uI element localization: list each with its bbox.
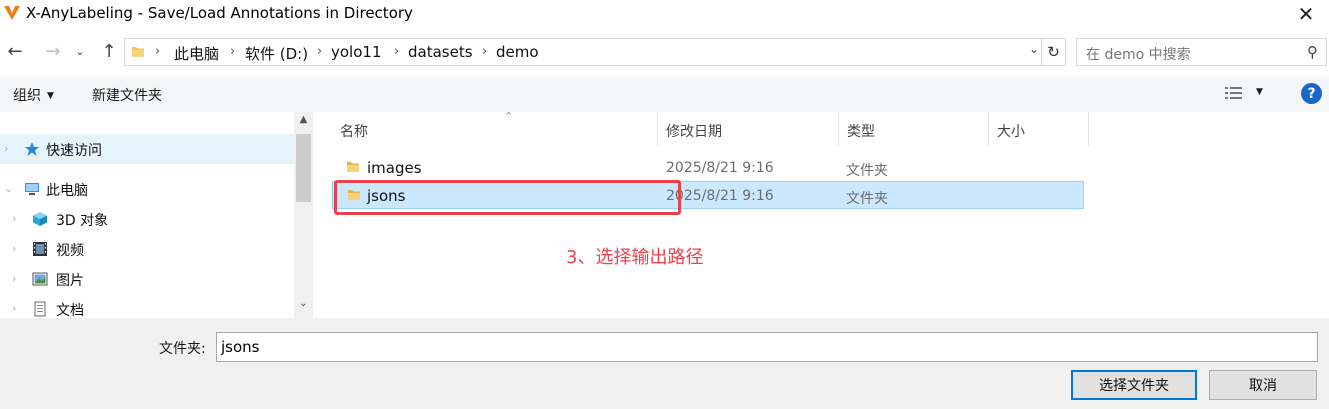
chevron-right-icon[interactable]: › xyxy=(12,212,16,225)
file-name: images xyxy=(367,159,422,177)
arrow-right-icon: → xyxy=(45,40,61,62)
search-input[interactable]: 在 demo 中搜索 ⚲ xyxy=(1076,38,1327,66)
nav-item-pictures[interactable]: › 图片 xyxy=(0,264,294,294)
navigation-bar: ← → ⌄ ↑ › 此电脑 › 软件 (D:) › yolo11 › datas… xyxy=(0,34,1329,70)
nav-item-this-pc[interactable]: ⌄ 此电脑 xyxy=(0,174,294,204)
film-icon xyxy=(33,242,47,256)
breadcrumb-demo[interactable]: demo xyxy=(496,43,539,61)
column-header-label: 类型 xyxy=(847,124,875,140)
breadcrumb-separator-icon: › xyxy=(230,44,236,59)
close-button[interactable]: ✕ xyxy=(1283,0,1329,28)
column-header-label: 名称 xyxy=(340,124,368,140)
breadcrumb-drive-d[interactable]: 软件 (D:) xyxy=(245,43,308,64)
nav-item-label: 此电脑 xyxy=(46,183,88,199)
highlight-box xyxy=(334,180,681,215)
organize-button[interactable]: 组织 ▼ xyxy=(13,85,54,105)
file-modified: 2025/8/21 9:16 xyxy=(666,160,774,176)
breadcrumb-separator-icon: › xyxy=(155,44,161,59)
view-options-icon[interactable] xyxy=(1224,85,1244,101)
address-bar[interactable]: › 此电脑 › 软件 (D:) › yolo11 › datasets › de… xyxy=(124,38,1066,66)
select-folder-button[interactable]: 选择文件夹 xyxy=(1071,370,1197,400)
arrow-up-icon: ↑ xyxy=(101,40,117,62)
refresh-icon: ↻ xyxy=(1047,43,1060,61)
computer-icon xyxy=(25,183,39,195)
file-list: 名称 ⌃ 修改日期 类型 大小 images 2025/8/21 9:16 文件… xyxy=(318,110,1329,318)
column-header-size[interactable]: 大小 xyxy=(989,112,1089,146)
nav-item-videos[interactable]: › 视频 xyxy=(0,234,294,264)
nav-pane-scrollbar[interactable]: ▲ ⌄ xyxy=(294,112,313,318)
nav-item-label: 图片 xyxy=(56,273,84,289)
nav-item-label: 快速访问 xyxy=(46,143,102,159)
search-placeholder: 在 demo 中搜索 xyxy=(1086,47,1191,63)
chevron-down-icon: ⌄ xyxy=(75,44,85,58)
column-header-modified[interactable]: 修改日期 xyxy=(658,112,839,146)
folder-icon xyxy=(132,47,144,57)
organize-label: 组织 xyxy=(13,88,41,104)
breadcrumb-separator-icon: › xyxy=(482,44,488,59)
help-icon: ? xyxy=(1307,85,1316,102)
scroll-down-icon[interactable]: ⌄ xyxy=(294,298,313,309)
nav-item-label: 视频 xyxy=(56,243,84,259)
breadcrumb-this-pc[interactable]: 此电脑 xyxy=(174,43,219,64)
view-caret-down-icon[interactable]: ▼ xyxy=(1256,87,1263,97)
cube-icon xyxy=(33,212,47,226)
up-button[interactable]: ↑ xyxy=(98,39,120,63)
column-header-name[interactable]: 名称 ⌃ xyxy=(332,110,658,146)
caret-down-icon: ▼ xyxy=(47,91,54,101)
breadcrumb-yolo11[interactable]: yolo11 xyxy=(331,43,382,61)
toolbar: 组织 ▼ 新建文件夹 ▼ ? xyxy=(0,76,1329,112)
help-button[interactable]: ? xyxy=(1301,83,1322,104)
address-dropdown-icon[interactable]: ⌄ xyxy=(1029,42,1039,56)
folder-name-input[interactable] xyxy=(216,332,1318,362)
nav-item-3d-objects[interactable]: › 3D 对象 xyxy=(0,204,294,234)
dialog-footer: 文件夹: 选择文件夹 取消 xyxy=(0,318,1329,409)
nav-item-label: 文档 xyxy=(56,303,84,318)
search-icon: ⚲ xyxy=(1307,43,1318,61)
file-modified: 2025/8/21 9:16 xyxy=(666,188,774,204)
scroll-up-icon[interactable]: ▲ xyxy=(294,114,313,125)
file-type: 文件夹 xyxy=(846,191,888,207)
new-folder-button[interactable]: 新建文件夹 xyxy=(92,85,162,105)
navigation-pane: › 快速访问 ⌄ 此电脑 › 3D 对象 › 视频 › 图片 › 文档 ▲ ⌄ xyxy=(0,112,313,318)
arrow-left-icon: ← xyxy=(7,40,23,62)
sort-up-icon: ⌃ xyxy=(504,110,514,123)
column-header-label: 修改日期 xyxy=(666,124,722,140)
recent-locations-button[interactable]: ⌄ xyxy=(72,39,88,63)
column-header-label: 大小 xyxy=(997,124,1025,140)
breadcrumb-separator-icon: › xyxy=(317,44,323,59)
chevron-right-icon[interactable]: › xyxy=(12,272,16,285)
nav-item-label: 3D 对象 xyxy=(56,213,109,229)
window-title: X-AnyLabeling - Save/Load Annotations in… xyxy=(26,4,413,22)
forward-button[interactable]: → xyxy=(42,39,64,63)
star-icon xyxy=(25,142,39,156)
refresh-button[interactable]: ↻ xyxy=(1041,39,1065,65)
chevron-right-icon[interactable]: › xyxy=(12,302,16,315)
chevron-right-icon[interactable]: › xyxy=(4,142,8,155)
picture-icon xyxy=(32,272,48,286)
title-bar: X-AnyLabeling - Save/Load Annotations in… xyxy=(0,0,1329,28)
folder-icon xyxy=(347,162,359,172)
scrollbar-thumb[interactable] xyxy=(296,134,311,202)
nav-item-documents[interactable]: › 文档 xyxy=(0,294,294,318)
column-header-type[interactable]: 类型 xyxy=(839,112,989,146)
breadcrumb-datasets[interactable]: datasets xyxy=(408,43,473,61)
file-row-images[interactable]: images 2025/8/21 9:16 文件夹 xyxy=(332,155,1084,181)
breadcrumb-separator-icon: › xyxy=(394,44,400,59)
document-icon xyxy=(34,301,46,317)
chevron-down-icon[interactable]: ⌄ xyxy=(4,182,13,195)
file-type: 文件夹 xyxy=(846,163,888,179)
cancel-button[interactable]: 取消 xyxy=(1209,370,1317,400)
folder-label: 文件夹: xyxy=(159,341,206,357)
app-logo-icon xyxy=(4,6,20,20)
close-icon: ✕ xyxy=(1297,2,1315,26)
nav-item-quick-access[interactable]: › 快速访问 xyxy=(0,134,294,164)
chevron-right-icon[interactable]: › xyxy=(12,242,16,255)
annotation-text: 3、选择输出路径 xyxy=(566,247,704,268)
back-button[interactable]: ← xyxy=(4,39,26,63)
